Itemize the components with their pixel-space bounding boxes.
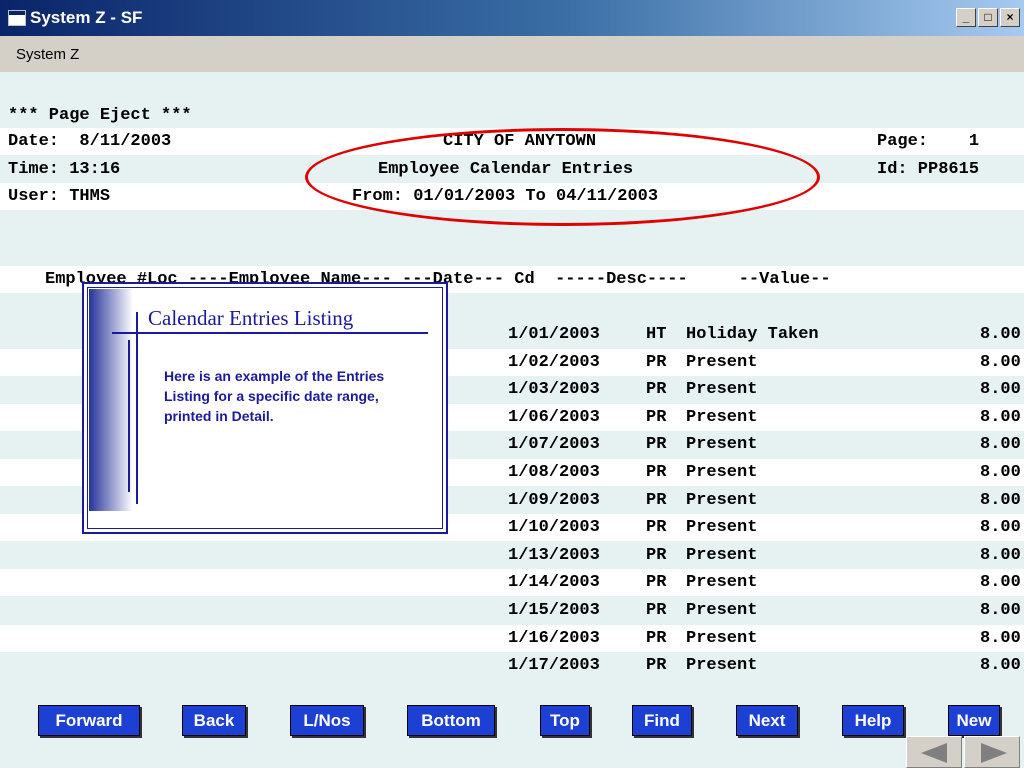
entry-date: 1/02/2003: [508, 352, 600, 372]
report-user: User: THMS: [8, 187, 111, 206]
entry-code: PR: [646, 518, 667, 538]
entry-desc: Present: [686, 352, 758, 372]
next-button[interactable]: Next: [736, 705, 798, 736]
table-row: 1/14/2003 PR Present 8.00: [0, 569, 1024, 597]
callout-rule: [136, 312, 138, 504]
entry-value: 8.00: [980, 628, 1021, 648]
callout-title: Calendar Entries Listing: [148, 306, 354, 330]
entry-date: 1/10/2003: [508, 518, 600, 538]
callout-text: Here is an example of the Entries Listin…: [164, 368, 385, 424]
report-line: *** Page Eject ***: [0, 102, 1024, 129]
entry-code: PR: [646, 573, 667, 593]
entry-desc: Present: [686, 601, 758, 620]
entry-desc: Holiday Taken: [686, 325, 819, 344]
forward-button[interactable]: Forward: [38, 705, 140, 736]
entry-desc: Present: [686, 656, 758, 676]
top-button[interactable]: Top: [540, 705, 590, 736]
report-time: Time: 13:16: [8, 160, 121, 179]
entry-desc: Present: [686, 435, 758, 455]
new-button[interactable]: New: [948, 705, 1000, 736]
table-row: 1/16/2003 PR Present 8.00: [0, 624, 1024, 652]
find-button[interactable]: Find: [632, 705, 692, 736]
entry-date: 1/15/2003: [508, 601, 600, 620]
entry-date: 1/16/2003: [508, 628, 600, 648]
entry-desc: Present: [686, 407, 758, 427]
entry-value: 8.00: [980, 601, 1021, 620]
page-eject-text: *** Page Eject ***: [8, 106, 192, 125]
bottom-button[interactable]: Bottom: [407, 705, 495, 736]
entry-date: 1/09/2003: [508, 490, 600, 510]
window-title: System Z - SF: [30, 8, 143, 27]
highlight-ellipse: [305, 128, 820, 226]
entry-code: PR: [646, 490, 667, 510]
entry-date: 1/01/2003: [508, 325, 600, 344]
entry-value: 8.00: [980, 490, 1021, 510]
table-row: 1/17/2003 PR Present 8.00: [0, 652, 1024, 679]
entry-code: PR: [646, 628, 667, 648]
entry-value: 8.00: [980, 407, 1021, 427]
entry-desc: Present: [686, 573, 758, 593]
lnos-button[interactable]: L/Nos: [290, 705, 364, 736]
next-slide-button[interactable]: [964, 736, 1020, 768]
entry-date: 1/14/2003: [508, 573, 600, 593]
entry-desc: Present: [686, 490, 758, 510]
entry-date: 1/17/2003: [508, 656, 600, 676]
maximize-button[interactable]: □: [978, 8, 998, 27]
table-row: 1/15/2003 PR Present 8.00: [0, 597, 1024, 624]
entry-date: 1/06/2003: [508, 407, 600, 427]
triangle-left-icon: [921, 743, 947, 763]
entry-code: PR: [646, 407, 667, 427]
previous-slide-button[interactable]: [906, 736, 962, 768]
minimize-button[interactable]: _: [956, 8, 976, 27]
entry-code: PR: [646, 380, 667, 400]
callout-box: Calendar Entries Listing Here is an exam…: [82, 282, 448, 534]
triangle-right-icon: [981, 743, 1007, 763]
close-button[interactable]: ×: [1000, 8, 1020, 27]
entry-code: PR: [646, 463, 667, 482]
entry-value: 8.00: [980, 573, 1021, 593]
entry-code: PR: [646, 601, 667, 620]
entry-value: 8.00: [980, 435, 1021, 455]
table-row: 1/13/2003 PR Present 8.00: [0, 542, 1024, 569]
window-icon: [8, 10, 26, 26]
entry-desc: Present: [686, 518, 758, 538]
entry-date: 1/03/2003: [508, 380, 600, 400]
menu-system-z[interactable]: System Z: [16, 46, 79, 63]
entry-value: 8.00: [980, 325, 1021, 344]
back-button[interactable]: Back: [182, 705, 246, 736]
entry-value: 8.00: [980, 380, 1021, 400]
entry-value: 8.00: [980, 463, 1021, 482]
menu-bar: System Z: [0, 36, 1024, 72]
entry-code: PR: [646, 352, 667, 372]
report-id: Id: PP8615: [877, 160, 980, 179]
entry-code: HT: [646, 325, 667, 344]
entry-value: 8.00: [980, 518, 1021, 538]
entry-value: 8.00: [980, 352, 1021, 372]
entry-code: PR: [646, 545, 667, 565]
entry-date: 1/07/2003: [508, 435, 600, 455]
help-button[interactable]: Help: [842, 705, 904, 736]
window-title-bar[interactable]: System Z - SF _ □ ×: [0, 0, 1024, 36]
callout-gradient-bar: [89, 289, 133, 511]
entry-desc: Present: [686, 628, 758, 648]
callout-rule: [128, 340, 130, 492]
report-date: Date: 8/11/2003: [8, 132, 172, 151]
report-page: Page: 1: [877, 132, 980, 151]
callout-rule: [112, 332, 428, 334]
entry-desc: Present: [686, 463, 758, 482]
entry-date: 1/13/2003: [508, 545, 600, 565]
entry-value: 8.00: [980, 545, 1021, 565]
entry-date: 1/08/2003: [508, 463, 600, 482]
entry-desc: Present: [686, 545, 758, 565]
entry-value: 8.00: [980, 656, 1021, 676]
entry-code: PR: [646, 656, 667, 676]
entry-desc: Present: [686, 380, 758, 400]
entry-code: PR: [646, 435, 667, 455]
